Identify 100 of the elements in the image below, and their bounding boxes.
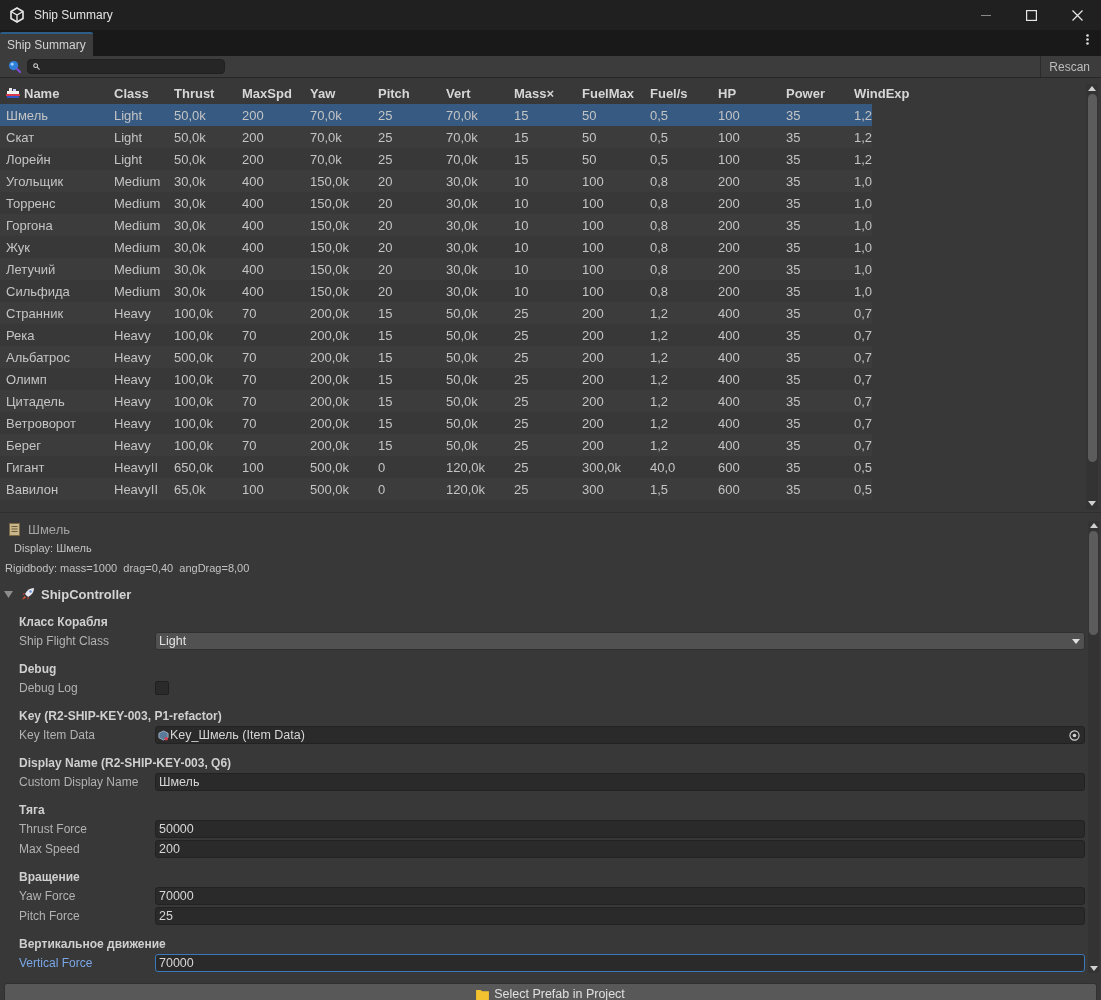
column-header[interactable]: MaxSpd: [238, 85, 306, 101]
table-cell-text: 120,0k: [445, 459, 487, 475]
table-cell-text: 15: [377, 393, 394, 409]
table-cell-text: Скат: [5, 129, 36, 145]
table-cell-text: 0: [377, 481, 387, 497]
table-row[interactable]: Угольщик Medium 30,0k 400 150,0k 20 30,0k 10 100 0,8 200 35 1,0: [0, 170, 872, 192]
table-cell-text: 30,0k: [445, 173, 479, 189]
more-icon[interactable]: [1086, 33, 1089, 45]
object-field[interactable]: Key_Шмель (Item Data): [155, 726, 1085, 744]
column-header[interactable]: WindExp: [850, 85, 920, 101]
table-cell-text: 200: [717, 173, 741, 189]
select-prefab-button[interactable]: Select Prefab in Project: [4, 983, 1097, 1000]
table-cell-text: 0,7: [853, 327, 872, 343]
table-cell-text: Heavy: [113, 327, 152, 343]
table-cell-text: 200: [581, 393, 605, 409]
text-field[interactable]: 70000: [155, 887, 1085, 905]
column-header[interactable]: Yaw: [306, 85, 374, 101]
table-cell-text: 25: [513, 415, 530, 431]
arrow-down-icon[interactable]: [1088, 501, 1096, 506]
text-field[interactable]: 70000: [155, 954, 1085, 972]
table-cell-text: 200: [241, 151, 265, 167]
table-cell-text: 0,5: [853, 459, 872, 475]
table-cell-text: 50,0k: [445, 393, 479, 409]
column-header[interactable]: HP: [714, 85, 782, 101]
table-cell-text: Heavy: [113, 415, 152, 431]
table-row[interactable]: Цитадель Heavy 100,0k 70 200,0k 15 50,0k 25 200 1,2 400 35 0,7: [0, 390, 872, 412]
search-field[interactable]: [27, 59, 225, 74]
column-header[interactable]: Thrust: [170, 85, 238, 101]
table-row[interactable]: Шмель Light 50,0k 200 70,0k 25 70,0k 15 50 0,5 100 35 1,2: [0, 104, 872, 126]
arrow-up-icon[interactable]: [1089, 523, 1098, 528]
table-cell-text: 25: [513, 393, 530, 409]
table-row[interactable]: Горгона Medium 30,0k 400 150,0k 20 30,0k 10 100 0,8 200 35 1,0: [0, 214, 872, 236]
tab[interactable]: Ship Summary: [0, 32, 93, 56]
table-cell-text: Medium: [113, 173, 162, 189]
rigidbody-text: Rigidbody: mass=1000 drag=0,40 angDrag=8,00: [4, 561, 250, 576]
table-cell-text: 1,2: [649, 437, 670, 453]
foldout-arrow-icon[interactable]: [4, 590, 13, 598]
column-header[interactable]: FuelMax: [578, 85, 646, 101]
arrow-up-icon[interactable]: [1088, 86, 1096, 91]
table-cell-text: 0,8: [649, 283, 670, 299]
table-cell-text: 40,0: [649, 459, 677, 475]
scrollbar-thumb[interactable]: [1089, 531, 1098, 635]
table-cell-text: 35: [785, 151, 802, 167]
table-cell-text: 150,0k: [309, 173, 351, 189]
column-header[interactable]: Mass×: [510, 85, 578, 101]
table-cell-text: 10: [513, 173, 530, 189]
table-cell-text: 30,0k: [173, 239, 207, 255]
table-cell-text: 65,0k: [173, 481, 207, 497]
column-header[interactable]: Power: [782, 85, 850, 101]
column-header[interactable]: Vert: [442, 85, 510, 101]
table-cell-text: 10: [513, 217, 530, 233]
table-cell-text: 200: [717, 261, 741, 277]
dropdown[interactable]: Light: [155, 632, 1085, 650]
object-title: Шмель: [28, 521, 70, 537]
table-cell-text: 20: [377, 239, 394, 255]
document-icon: [9, 522, 20, 536]
table-cell-text: 50: [581, 151, 598, 167]
table-cell-text: Летучий: [5, 261, 57, 277]
minimize-icon[interactable]: [981, 14, 991, 16]
table-cell-text: 100: [581, 173, 605, 189]
text-field[interactable]: 25: [155, 907, 1085, 925]
arrow-down-icon[interactable]: [1089, 966, 1098, 971]
table-cell-text: Гигант: [5, 459, 46, 475]
section-heading: Тяга: [19, 802, 45, 819]
column-header[interactable]: Pitch: [374, 85, 442, 101]
table-cell-text: 15: [377, 437, 394, 453]
column-header[interactable]: Name: [0, 85, 110, 101]
table-cell-text: 15: [513, 107, 530, 123]
scrollbar[interactable]: [1086, 84, 1098, 510]
target-icon[interactable]: [1069, 729, 1080, 741]
table-row[interactable]: Странник Heavy 100,0k 70 200,0k 15 50,0k 25 200 1,2 400 35 0,7: [0, 302, 872, 324]
table-cell-text: 70,0k: [309, 151, 343, 167]
magnifier-icon[interactable]: [8, 60, 21, 73]
table-cell-text: 150,0k: [309, 261, 351, 277]
checkbox[interactable]: [155, 681, 169, 695]
scrollbar-thumb[interactable]: [1087, 94, 1097, 462]
text-field[interactable]: 50000: [155, 820, 1085, 838]
close-icon[interactable]: [1072, 9, 1083, 21]
column-header[interactable]: Fuel/s: [646, 85, 714, 101]
column-header[interactable]: Class: [110, 85, 170, 101]
text-field[interactable]: Шмель: [155, 773, 1085, 791]
maximize-icon[interactable]: [1026, 9, 1037, 21]
table-cell-text: 200: [717, 217, 741, 233]
table-row[interactable]: Альбатрос Heavy 500,0k 70 200,0k 15 50,0k 25 200 1,2 400 35 0,7: [0, 346, 872, 368]
table-cell-text: 100: [241, 481, 265, 497]
scrollbar[interactable]: [1088, 521, 1099, 973]
text-field[interactable]: 200: [155, 840, 1085, 858]
table-row[interactable]: Берег Heavy 100,0k 70 200,0k 15 50,0k 25 200 1,2 400 35 0,7: [0, 434, 872, 456]
table-cell-text: 100,0k: [173, 437, 215, 453]
table-cell-text: 25: [513, 481, 530, 497]
table-cell-text: 0: [377, 459, 387, 475]
table-row[interactable]: Скат Light 50,0k 200 70,0k 25 70,0k 15 50 0,5 100 35 1,2: [0, 126, 872, 148]
table-cell-text: 0,5: [649, 151, 670, 167]
table-cell-text: Река: [5, 327, 36, 343]
table-cell-text: 100: [241, 459, 265, 475]
table-row[interactable]: Летучий Medium 30,0k 400 150,0k 20 30,0k 10 100 0,8 200 35 1,0: [0, 258, 872, 280]
table-cell-text: 70: [241, 305, 258, 321]
table-cell-text: 70: [241, 415, 258, 431]
table-cell-text: 0,8: [649, 173, 670, 189]
table-row[interactable]: Вавилон HeavyII 65,0k 100 500,0k 0 120,0k 25 300 1,5 600 35 0,5: [0, 478, 872, 500]
